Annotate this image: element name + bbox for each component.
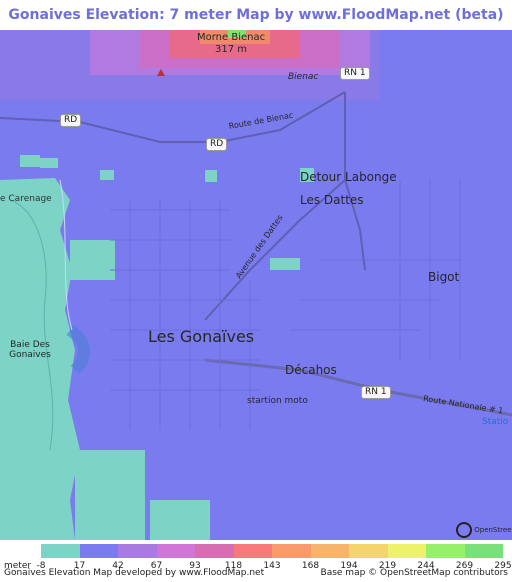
- legend-swatch: [349, 544, 388, 558]
- footer-basemap-credit: Base map © OpenStreetMap contributors: [320, 568, 508, 578]
- legend-tick-label: 168: [301, 561, 320, 571]
- coastal-low-3: [150, 500, 210, 540]
- legend-tick-label: 143: [263, 561, 281, 571]
- label-les-dattes: Les Dattes: [300, 193, 364, 207]
- label-baie-des-gonaives: Baie Des Gonaives: [9, 340, 51, 360]
- coastal-low-2: [75, 450, 145, 540]
- elevation-map[interactable]: Morne Bienac 317 m Bienac Route de Biena…: [0, 30, 512, 540]
- coastal-low-1: [70, 240, 115, 280]
- label-morne-bienac: Morne Bienac: [197, 32, 266, 43]
- legend-swatch: [79, 544, 118, 558]
- coastal-patch-a: [20, 155, 40, 167]
- osm-logo: OpenStreetMap: [456, 522, 512, 538]
- legend-swatch: [118, 544, 157, 558]
- legend-swatch: [156, 544, 195, 558]
- road-shield-rd-west: RD: [60, 114, 82, 127]
- legend-swatch: [426, 544, 465, 558]
- osm-logo-text: OpenStreetMap: [474, 526, 512, 534]
- label-bigot: Bigot: [428, 270, 460, 284]
- label-station: Statio: [482, 417, 509, 427]
- road-shield-rn1-north: RN 1: [340, 67, 370, 80]
- road-shield-rd-mid: RD: [206, 138, 228, 151]
- coastal-patch-b: [40, 158, 58, 168]
- label-les-gonaives: Les Gonaïves: [148, 327, 255, 346]
- legend-swatch: [310, 544, 349, 558]
- label-bienac: Bienac: [288, 72, 319, 82]
- label-carenage: e Carenage: [0, 194, 52, 204]
- footer-credit: Gonaives Elevation Map developed by www.…: [4, 568, 265, 578]
- label-decahos: Décahos: [285, 363, 337, 377]
- label-startion-moto: startion moto: [247, 396, 308, 406]
- map-canvas: [0, 30, 512, 540]
- legend-swatch: [195, 544, 234, 558]
- label-peak-elevation: 317 m: [215, 44, 248, 55]
- legend-swatch: [387, 544, 426, 558]
- road-shield-rn1-east: RN 1: [361, 386, 391, 399]
- label-detour-labonge: Detour Labonge: [300, 170, 397, 184]
- legend-swatch: [272, 544, 311, 558]
- page-title: Gonaives Elevation: 7 meter Map by www.F…: [8, 7, 504, 23]
- inland-patch: [270, 258, 300, 270]
- inland-patch-3: [205, 170, 217, 182]
- legend-swatch: [464, 544, 503, 558]
- legend-swatch: [233, 544, 272, 558]
- legend-swatch: [41, 544, 80, 558]
- coastal-patch-c: [100, 170, 114, 180]
- osm-logo-icon: [456, 522, 472, 538]
